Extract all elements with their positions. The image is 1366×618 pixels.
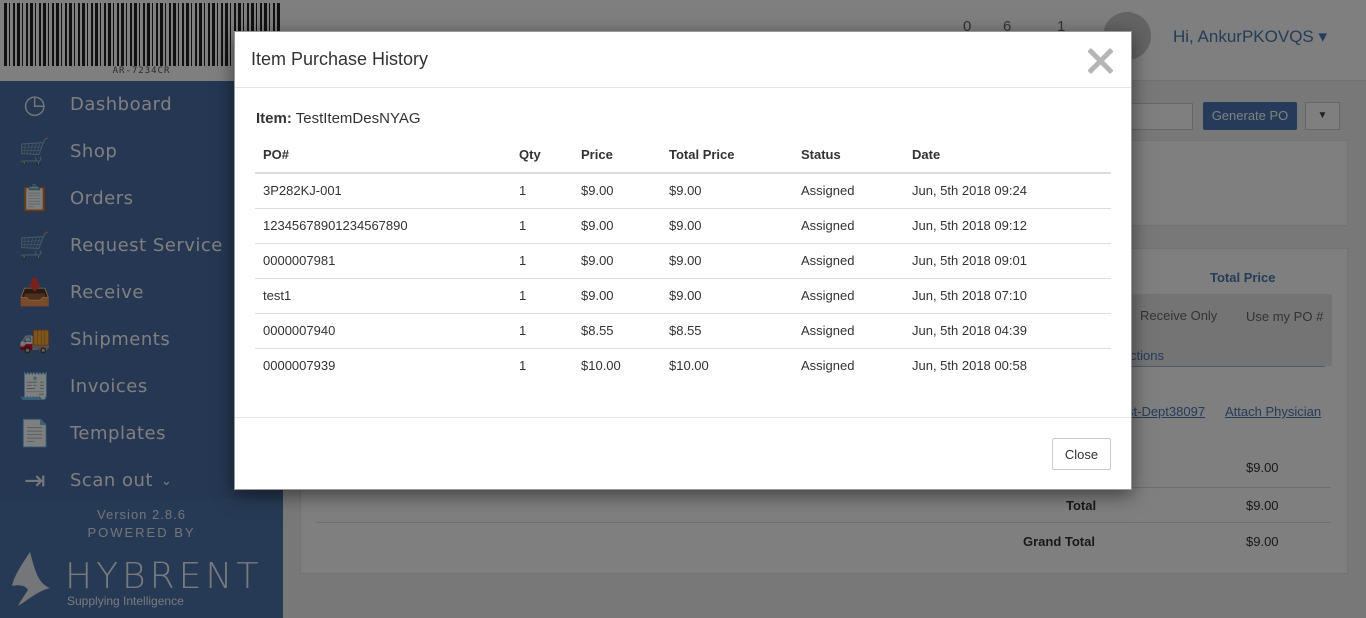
cell-qty: 1 bbox=[511, 313, 573, 349]
cell-date: Jun, 5th 2018 09:12 bbox=[904, 208, 1111, 244]
cell-date: Jun, 5th 2018 09:01 bbox=[904, 243, 1111, 279]
cell-date: Jun, 5th 2018 09:24 bbox=[904, 173, 1111, 209]
cell-price: $9.00 bbox=[573, 208, 661, 244]
cell-date: Jun, 5th 2018 07:10 bbox=[904, 278, 1111, 314]
cell-price: $9.00 bbox=[573, 278, 661, 314]
cell-status: Assigned bbox=[793, 208, 904, 244]
item-label: Item: bbox=[256, 110, 292, 127]
cell-price: $9.00 bbox=[573, 243, 661, 279]
cell-date: Jun, 5th 2018 00:58 bbox=[912, 358, 1027, 374]
cell-status: Assigned bbox=[793, 243, 904, 279]
column-header-total-price: Total Price bbox=[661, 138, 793, 174]
cell-status: Assigned bbox=[793, 173, 904, 209]
cell-qty: 1 bbox=[511, 278, 573, 314]
table-row: test1 1 $9.00 $9.00 Assigned Jun, 5th 20… bbox=[255, 278, 1111, 314]
item-info: Item: TestItemDesNYAG bbox=[256, 110, 421, 127]
column-header-status: Status bbox=[793, 138, 904, 174]
cell-po: 12345678901234567890 bbox=[255, 208, 511, 244]
column-header-po: PO# bbox=[255, 138, 511, 174]
cell-total-price: $9.00 bbox=[661, 243, 793, 279]
cell-total-price: $9.00 bbox=[661, 173, 793, 209]
cell-qty: 1 bbox=[519, 358, 527, 374]
cell-po: 0000007940 bbox=[255, 313, 511, 349]
cell-total-price: $9.00 bbox=[661, 208, 793, 244]
cell-total-price: $8.55 bbox=[661, 313, 793, 349]
table-row: 12345678901234567890 1 $9.00 $9.00 Assig… bbox=[255, 208, 1111, 244]
cell-qty: 1 bbox=[511, 208, 573, 244]
modal-footer: Close bbox=[235, 418, 1131, 490]
cell-total-price: $9.00 bbox=[661, 278, 793, 314]
table-row: 0000007981 1 $9.00 $9.00 Assigned Jun, 5… bbox=[255, 243, 1111, 279]
modal-header: Item Purchase History bbox=[235, 32, 1131, 88]
purchase-history-table: PO# Qty Price Total Price Status Date 3P… bbox=[255, 138, 1111, 383]
cell-date: Jun, 5th 2018 04:39 bbox=[904, 313, 1111, 349]
close-icon[interactable] bbox=[1085, 46, 1115, 76]
table-row: 0000007940 1 $8.55 $8.55 Assigned Jun, 5… bbox=[255, 313, 1111, 349]
cell-po: 3P282KJ-001 bbox=[255, 173, 511, 209]
column-header-qty: Qty bbox=[511, 138, 573, 174]
cell-qty: 1 bbox=[511, 243, 573, 279]
table-row: 3P282KJ-001 1 $9.00 $9.00 Assigned Jun, … bbox=[255, 173, 1111, 209]
item-value: TestItemDesNYAG bbox=[295, 110, 421, 127]
table-header-row: PO# Qty Price Total Price Status Date bbox=[255, 138, 1111, 174]
cell-total-price: $10.00 bbox=[669, 358, 709, 374]
cell-status: Assigned bbox=[793, 313, 904, 349]
cell-po: test1 bbox=[255, 278, 511, 314]
cell-po: 0000007939 bbox=[263, 358, 336, 374]
cell-price: $10.00 bbox=[581, 358, 621, 374]
cell-status: Assigned bbox=[793, 278, 904, 314]
column-header-price: Price bbox=[573, 138, 661, 174]
cell-price: $9.00 bbox=[573, 173, 661, 209]
modal-body: Item: TestItemDesNYAG PO# Qty Price Tota… bbox=[235, 88, 1131, 418]
cell-price: $8.55 bbox=[573, 313, 661, 349]
cell-po: 0000007981 bbox=[255, 243, 511, 279]
cell-qty: 1 bbox=[511, 173, 573, 209]
table-row: 0000007939 1 $10.00 $10.00 Assigned Jun,… bbox=[255, 348, 1111, 383]
column-header-date: Date bbox=[904, 138, 1111, 174]
cell-status: Assigned bbox=[801, 358, 855, 374]
modal-title: Item Purchase History bbox=[251, 49, 429, 69]
close-button[interactable]: Close bbox=[1052, 438, 1111, 470]
item-purchase-history-modal: Item Purchase History Item: TestItemDesN… bbox=[234, 31, 1132, 490]
